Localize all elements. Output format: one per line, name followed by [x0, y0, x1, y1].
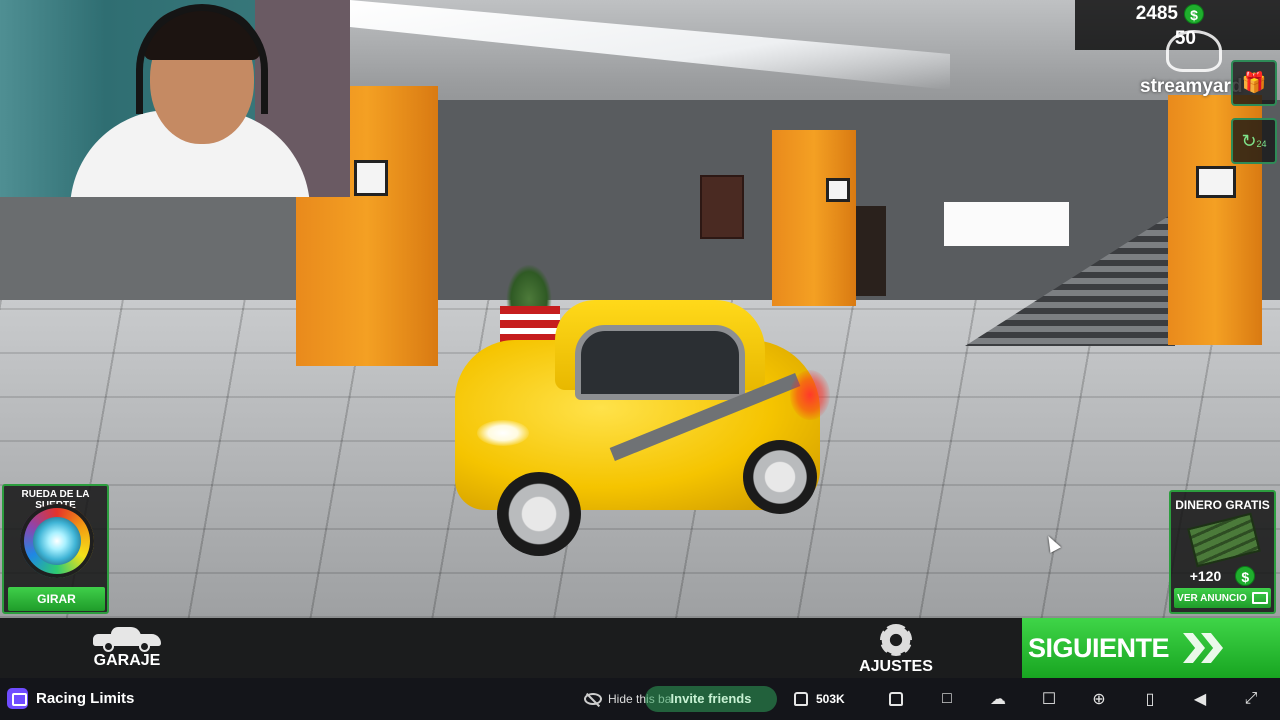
fullscreen-icon: ⤢: [1244, 690, 1258, 707]
eye-off-icon: [584, 693, 602, 705]
crosshair-icon: ⊕: [1092, 691, 1106, 708]
wall-shelf: [700, 175, 744, 239]
cloud-icon: ☁: [990, 691, 1006, 708]
refresh-icon: ↻: [1241, 131, 1257, 151]
double-chevron-right-icon: [1183, 633, 1224, 663]
game-title[interactable]: Racing Limits: [36, 690, 134, 707]
bookmark-icon: □: [942, 690, 952, 707]
bookmark-button[interactable]: □: [936, 688, 958, 710]
wall-lamp: [826, 178, 850, 202]
invite-friends-button[interactable]: Invite friends: [645, 686, 777, 712]
cash-stack-icon: [1187, 512, 1261, 568]
thumb-up-icon: [794, 692, 808, 706]
settings-button[interactable]: AJUSTES: [856, 622, 936, 676]
money-balance: 2485 $: [1136, 3, 1204, 25]
fortune-wheel-panel[interactable]: RUEDA DE LA SUERTE GIRAR: [2, 484, 109, 614]
game-bottom-bar: GARAJE AJUSTES SIGUIENTE: [0, 618, 1280, 678]
garage-door: [852, 206, 886, 296]
wall-lamp: [354, 160, 388, 196]
car-window: [575, 325, 745, 400]
orange-pillar: [772, 130, 856, 306]
spin-button[interactable]: GIRAR: [8, 587, 105, 611]
webcam-overlay: [0, 0, 350, 197]
money-amount: 2485: [1135, 3, 1178, 24]
platform-logo-icon[interactable]: [7, 688, 28, 709]
dollar-coin-icon: $: [1184, 4, 1204, 24]
fortune-wheel-center: [33, 517, 81, 565]
sound-button[interactable]: ◀: [1189, 688, 1211, 710]
free-money-panel[interactable]: DINERO GRATIS +120 $ VER ANUNCIO: [1169, 490, 1276, 614]
car-icon: [93, 626, 161, 652]
platform-bar: Racing Limits Hide this ba Invite friend…: [0, 678, 1280, 720]
free-money-title: DINERO GRATIS: [1175, 498, 1270, 512]
next-button[interactable]: SIGUIENTE: [1022, 618, 1280, 678]
settings-label: AJUSTES: [859, 658, 933, 675]
car-taillight: [790, 370, 830, 420]
streamyard-logo-icon: [1166, 30, 1222, 72]
dollar-coin-icon: $: [1235, 566, 1256, 586]
cloud-save-button[interactable]: ☁: [987, 688, 1009, 710]
gift-button[interactable]: 🎁: [1231, 60, 1277, 106]
watch-ad-button[interactable]: VER ANUNCIO: [1174, 588, 1271, 608]
reward-amount: +120: [1189, 568, 1222, 584]
gift-icon: 🎁: [1241, 72, 1267, 94]
fullscreen-button[interactable]: ⤢: [1240, 688, 1262, 710]
thumb-down-icon: [889, 692, 903, 706]
garage-button[interactable]: GARAJE: [86, 622, 168, 676]
garage-window: [944, 202, 1069, 246]
phone-icon: ▯: [1145, 691, 1155, 708]
watch-ad-label: VER ANUNCIO: [1177, 592, 1247, 604]
feedback-button[interactable]: ☐: [1038, 688, 1060, 710]
car-wheel-rear: [743, 440, 817, 514]
refresh-badge: 24: [1256, 139, 1267, 149]
like-button[interactable]: 503K: [794, 686, 845, 712]
video-icon: [1251, 592, 1268, 604]
car-wheel-front: [497, 472, 581, 556]
refresh-timer-button[interactable]: ↻24: [1231, 118, 1277, 164]
next-label: SIGUIENTE: [1028, 632, 1170, 663]
controls-button[interactable]: ⊕: [1088, 688, 1110, 710]
chat-bubble-icon: ☐: [1041, 691, 1057, 708]
like-count: 503K: [816, 692, 845, 706]
player-car[interactable]: [455, 300, 830, 560]
dislike-button[interactable]: [885, 688, 907, 710]
car-headlight: [477, 420, 529, 446]
speaker-icon: ◀: [1193, 691, 1207, 708]
gear-icon: [880, 624, 912, 656]
garage-label: GARAJE: [93, 652, 161, 669]
wall-lamp: [1196, 166, 1236, 198]
streamyard-watermark: streamyard: [1140, 76, 1243, 97]
free-money-reward: +120 $: [1171, 566, 1274, 586]
mobile-button[interactable]: ▯: [1139, 688, 1161, 710]
